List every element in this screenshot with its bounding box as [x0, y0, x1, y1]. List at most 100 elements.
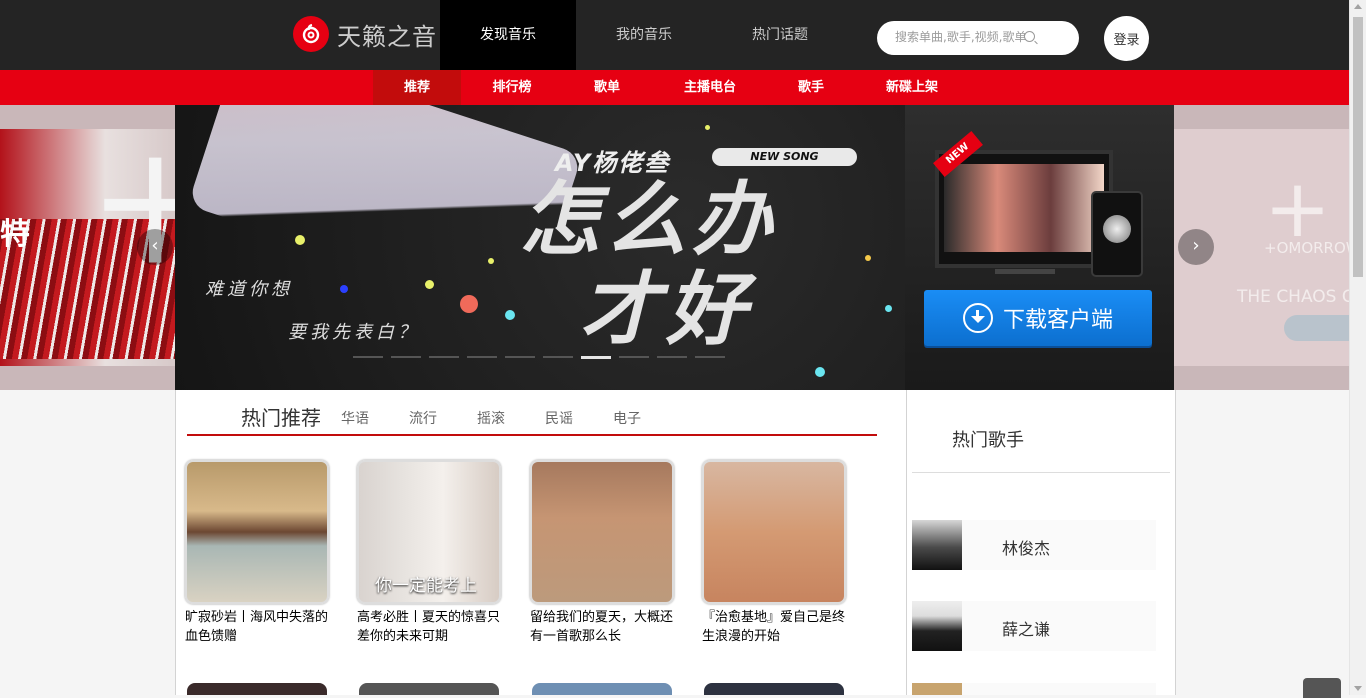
- banner-title-line1: 怎么办: [520, 173, 778, 266]
- singer-name[interactable]: 林俊杰: [1002, 535, 1050, 559]
- carousel-dot[interactable]: [619, 356, 649, 358]
- avatar[interactable]: [912, 683, 962, 695]
- sub-navbar: 推荐 排行榜 歌单 主播电台 歌手 新碟上架: [0, 70, 1349, 105]
- scrollbar-thumb[interactable]: [1353, 17, 1363, 277]
- playlist-cover[interactable]: 你一定能考上: [357, 460, 501, 604]
- hot-recommend-title: 热门推荐: [241, 406, 321, 430]
- brand-name: 天籁之音: [337, 22, 437, 51]
- next-banner-button: [1284, 315, 1349, 341]
- avatar[interactable]: [912, 520, 962, 570]
- star: [295, 235, 305, 245]
- playlist-cover-peek[interactable]: [187, 683, 327, 695]
- logo[interactable]: 天籁之音: [293, 16, 437, 52]
- carousel-dot[interactable]: [543, 356, 573, 358]
- playlist-cover[interactable]: [185, 460, 329, 604]
- playlist-title[interactable]: 旷寂砂岩丨海风中失落的血色馈赠: [185, 608, 330, 646]
- desktop-preview: [935, 150, 1113, 268]
- banner-image[interactable]: AY杨佬叁 NEW SONG 怎么办 才好 难道你想 要我先表白？: [175, 105, 905, 390]
- playlist-cover-peek[interactable]: [532, 683, 672, 695]
- monitor-stand: [995, 269, 1055, 274]
- subnav-recommend[interactable]: 推荐: [373, 70, 461, 105]
- scroll-up-icon[interactable]: [1354, 4, 1362, 9]
- banner-lyric-line2: 要我先表白？: [288, 322, 420, 343]
- plus-shape: +: [1264, 162, 1332, 255]
- subnav-artists[interactable]: 歌手: [767, 70, 855, 105]
- tag-folk[interactable]: 民谣: [545, 408, 573, 428]
- prev-banner-text: 特: [0, 217, 30, 252]
- cover-text: 你一定能考上: [375, 576, 477, 596]
- tag-pop[interactable]: 流行: [409, 408, 437, 428]
- phone-preview: [1091, 191, 1143, 277]
- subnav-radio[interactable]: 主播电台: [660, 70, 760, 105]
- banner-lyric-line1: 难道你想: [205, 279, 293, 300]
- carousel-dot-active[interactable]: [581, 356, 611, 359]
- star: [865, 255, 871, 261]
- carousel-dot[interactable]: [391, 356, 421, 358]
- subnav-new-albums[interactable]: 新碟上架: [862, 70, 962, 105]
- playlist-cover-peek[interactable]: [704, 683, 844, 695]
- star: [460, 295, 478, 313]
- carousel-indicators: [353, 356, 725, 359]
- top-navbar: 天籁之音 发现音乐 我的音乐 热门话题 登录: [0, 0, 1349, 70]
- back-to-top-button[interactable]: [1303, 678, 1341, 698]
- next-banner-line1: +OMORROW: [1264, 239, 1349, 257]
- carousel-dot[interactable]: [353, 356, 383, 358]
- star: [425, 280, 434, 289]
- search-icon[interactable]: [1024, 31, 1035, 42]
- divider: [912, 472, 1170, 473]
- download-label: 下载客户端: [1002, 308, 1113, 333]
- playlist-card[interactable]: 『治愈基地』爱自己是终生浪漫的开始: [702, 460, 847, 646]
- playlist-card[interactable]: 留给我们的夏天，大概还有一首歌那么长: [530, 460, 675, 646]
- banner-carousel: 特 十 + +OMORROW THE CHAOS CH AY杨佬叁 NEW SO…: [0, 105, 1349, 390]
- avatar[interactable]: [912, 601, 962, 651]
- scroll-down-icon[interactable]: [1354, 686, 1362, 691]
- singer-item[interactable]: 林俊杰: [912, 520, 1156, 570]
- carousel-dot[interactable]: [657, 356, 687, 358]
- nav-my-music[interactable]: 我的音乐: [576, 0, 712, 70]
- playlist-card[interactable]: 你一定能考上 高考必胜丨夏天的惊喜只差你的未来可期: [357, 460, 502, 646]
- playlist-title[interactable]: 高考必胜丨夏天的惊喜只差你的未来可期: [357, 608, 502, 646]
- download-client-button[interactable]: 下载客户端: [924, 290, 1152, 346]
- login-button[interactable]: 登录: [1104, 16, 1149, 61]
- playlist-card[interactable]: 旷寂砂岩丨海风中失落的血色馈赠: [185, 460, 330, 646]
- carousel-dot[interactable]: [467, 356, 497, 358]
- scrollbar[interactable]: [1349, 0, 1366, 695]
- playlist-cover[interactable]: [702, 460, 846, 604]
- star: [885, 305, 892, 312]
- next-banner-line2: THE CHAOS CH: [1237, 287, 1349, 307]
- new-song-badge: NEW SONG: [712, 148, 857, 166]
- playlist-cover-peek[interactable]: [359, 683, 499, 695]
- tag-rock[interactable]: 摇滚: [477, 408, 505, 428]
- singer-item[interactable]: 薛之谦: [912, 601, 1156, 651]
- star: [505, 310, 515, 320]
- download-icon: [962, 303, 993, 333]
- chevron-left-icon[interactable]: ‹: [137, 229, 173, 265]
- singer-name[interactable]: 薛之谦: [1002, 616, 1050, 640]
- tag-electronic[interactable]: 电子: [613, 408, 641, 428]
- hot-singers-panel: 热门歌手 林俊杰 薛之谦: [906, 390, 1176, 695]
- chevron-right-icon[interactable]: ›: [1178, 229, 1214, 265]
- hot-singers-title: 热门歌手: [952, 430, 1024, 451]
- nav-discover-music[interactable]: 发现音乐: [440, 0, 576, 70]
- playlist-cover[interactable]: [530, 460, 674, 604]
- tag-chinese[interactable]: 华语: [341, 408, 369, 428]
- banner-title-line2: 才好: [580, 263, 752, 356]
- singer-item[interactable]: [912, 683, 1156, 695]
- star: [488, 258, 494, 264]
- search-box: [877, 21, 1079, 55]
- music-logo-icon: [293, 16, 329, 52]
- main-content: 热门推荐 华语 流行 摇滚 民谣 电子 旷寂砂岩丨海风中失落的血色馈赠 你一定能…: [175, 390, 1176, 695]
- section-divider: [187, 434, 877, 436]
- star: [340, 285, 348, 293]
- playlist-title[interactable]: 『治愈基地』爱自己是终生浪漫的开始: [702, 608, 847, 646]
- download-panel: NEW 下载客户端: [905, 105, 1174, 390]
- subnav-charts[interactable]: 排行榜: [468, 70, 556, 105]
- carousel-dot[interactable]: [695, 356, 725, 358]
- nav-hot-topics[interactable]: 热门话题: [712, 0, 848, 70]
- carousel-dot[interactable]: [429, 356, 459, 358]
- subnav-playlists[interactable]: 歌单: [563, 70, 651, 105]
- carousel-dot[interactable]: [505, 356, 535, 358]
- star: [705, 125, 710, 130]
- star: [815, 367, 825, 377]
- playlist-title[interactable]: 留给我们的夏天，大概还有一首歌那么长: [530, 608, 675, 646]
